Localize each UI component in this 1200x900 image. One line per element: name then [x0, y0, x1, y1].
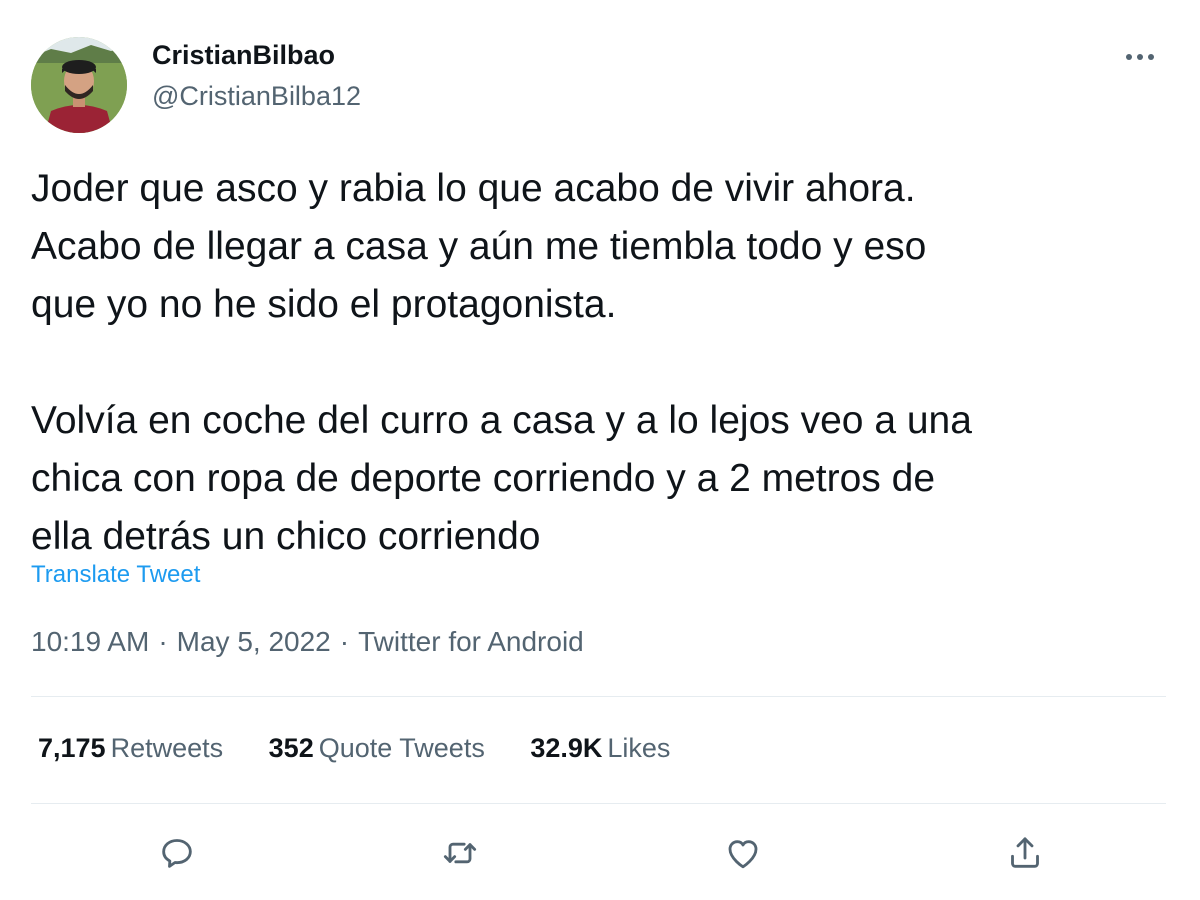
more-options-button[interactable] — [1120, 40, 1160, 74]
retweets-label: Retweets — [110, 733, 224, 763]
display-name[interactable]: CristianBilbao — [152, 40, 335, 71]
share-button[interactable] — [1000, 828, 1050, 878]
tweet-text: Joder que asco y rabia lo que acabo de v… — [31, 160, 1166, 566]
tweet-card: CristianBilbao @CristianBilba12 Joder qu… — [0, 0, 1200, 900]
retweet-icon — [443, 842, 477, 864]
likes-count: 32.9K — [530, 733, 603, 763]
engagement-stats: 7,175 Retweets 352 Quote Tweets 32.9K Likes — [38, 733, 708, 764]
reply-icon — [162, 839, 192, 868]
tweet-source[interactable]: Twitter for Android — [358, 626, 584, 657]
share-icon — [1011, 837, 1039, 868]
translate-tweet-link[interactable]: Translate Tweet — [31, 561, 200, 589]
likes-label: Likes — [607, 733, 671, 763]
avatar[interactable] — [31, 37, 127, 133]
retweet-button[interactable] — [435, 828, 485, 878]
meta-separator: · — [158, 626, 168, 657]
quote-tweets-stat[interactable]: 352 Quote Tweets — [269, 733, 485, 764]
tweet-time[interactable]: 10:19 AM — [31, 626, 149, 657]
heart-icon — [728, 840, 758, 869]
divider — [31, 696, 1166, 697]
divider — [31, 803, 1166, 804]
tweet-paragraph: Volvía en coche del curro a casa y a lo … — [31, 399, 972, 558]
action-bar — [0, 828, 1200, 878]
user-handle[interactable]: @CristianBilba12 — [152, 81, 361, 112]
profile-photo — [31, 37, 127, 133]
quote-tweets-label: Quote Tweets — [318, 733, 485, 763]
tweet-metadata: 10:19 AM · May 5, 2022 · Twitter for Android — [31, 626, 584, 658]
like-button[interactable] — [718, 828, 768, 878]
quote-tweets-count: 352 — [268, 733, 314, 763]
retweets-count: 7,175 — [38, 733, 106, 763]
tweet-paragraph: Joder que asco y rabia lo que acabo de v… — [31, 167, 927, 326]
likes-stat[interactable]: 32.9K Likes — [530, 733, 670, 764]
retweets-stat[interactable]: 7,175 Retweets — [38, 733, 223, 764]
reply-button[interactable] — [152, 828, 202, 878]
meta-separator: · — [339, 626, 350, 657]
tweet-date[interactable]: May 5, 2022 — [177, 626, 331, 657]
more-horizontal-icon — [1126, 54, 1154, 60]
